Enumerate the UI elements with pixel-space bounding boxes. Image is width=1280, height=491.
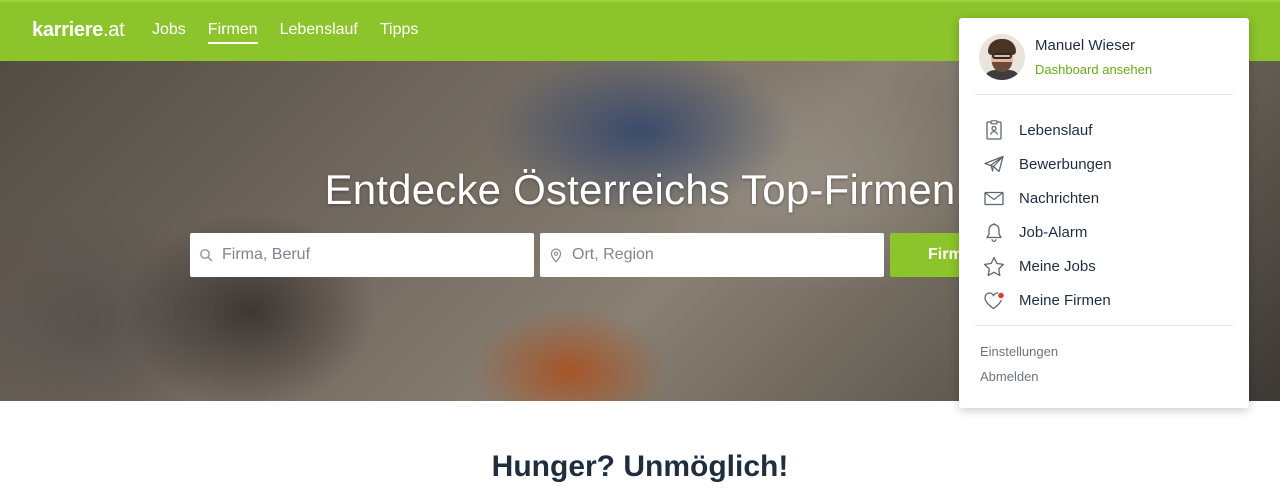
menu-item-label: Lebenslauf [1019,121,1093,139]
menu-item-label: Nachrichten [1019,189,1100,207]
user-name: Manuel Wieser [1035,37,1136,54]
page: karriere.at Jobs Firmen Lebenslauf Tipps… [0,0,1280,491]
nav-lebenslauf[interactable]: Lebenslauf [280,21,358,44]
main-nav: Jobs Firmen Lebenslauf Tipps [152,21,418,44]
settings-link[interactable]: Einstellungen [980,343,1058,368]
location-search-input[interactable] [572,246,862,264]
menu-item-nachrichten[interactable]: Nachrichten [983,181,1112,215]
divider [975,94,1233,95]
logo-name: karriere [32,19,103,41]
nav-jobs[interactable]: Jobs [152,21,186,44]
logo-tld: .at [103,19,125,41]
user-menu-list: Lebenslauf Bewerbungen Nachrichten Job-A… [983,113,1112,317]
location-pin-icon [540,248,572,263]
paper-plane-icon [983,153,1005,175]
avatar[interactable] [979,34,1025,80]
user-menu-dropdown: Manuel Wieser Dashboard ansehen Lebensla… [959,18,1249,408]
dashboard-link[interactable]: Dashboard ansehen [1035,62,1152,77]
envelope-icon [983,187,1005,209]
location-search-field[interactable] [540,233,884,277]
nav-firmen[interactable]: Firmen [207,21,258,44]
menu-item-label: Bewerbungen [1019,155,1112,173]
menu-item-label: Job-Alarm [1019,223,1088,241]
user-profile: Manuel Wieser Dashboard ansehen [979,34,1152,80]
star-icon [983,255,1005,277]
menu-item-lebenslauf[interactable]: Lebenslauf [983,113,1112,147]
karriere-logo[interactable]: karriere.at [32,19,125,42]
bell-icon [983,221,1005,243]
search-icon [190,248,222,262]
company-search-input[interactable] [222,246,512,264]
menu-item-meine-jobs[interactable]: Meine Jobs [983,249,1112,283]
section-title: Hunger? Unmöglich! [491,450,789,483]
resume-icon [983,119,1005,141]
menu-item-label: Meine Jobs [1019,257,1096,275]
menu-item-label: Meine Firmen [1019,291,1111,309]
logout-link[interactable]: Abmelden [980,368,1058,393]
menu-item-job-alarm[interactable]: Job-Alarm [983,215,1112,249]
nav-tipps[interactable]: Tipps [380,21,419,44]
heart-icon [983,289,1005,311]
menu-item-bewerbungen[interactable]: Bewerbungen [983,147,1112,181]
user-menu-footer: Einstellungen Abmelden [980,343,1058,393]
divider [975,325,1233,326]
menu-item-meine-firmen[interactable]: Meine Firmen [983,283,1112,317]
company-search-field[interactable] [190,233,534,277]
